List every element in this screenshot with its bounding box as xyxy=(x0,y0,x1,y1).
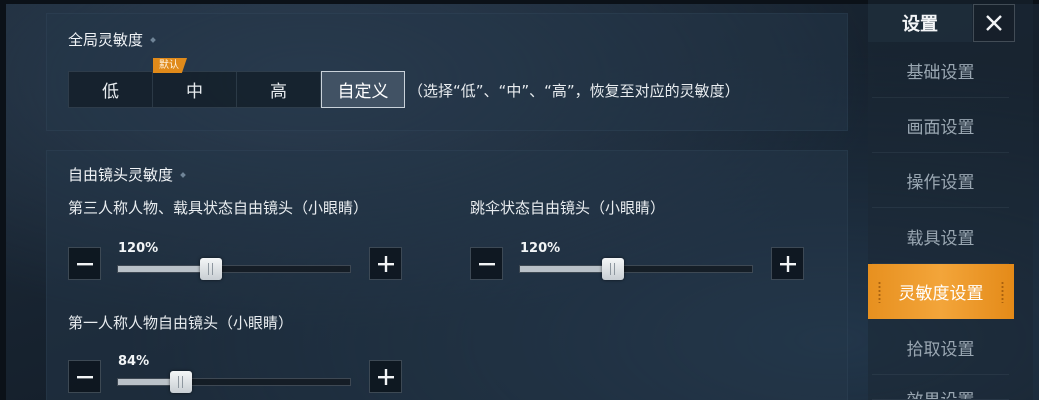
plus-icon xyxy=(377,255,394,272)
sidebar-item-sensitivity-label: 灵敏度设置 xyxy=(898,284,984,304)
sidebar-item-sensitivity[interactable]: 灵敏度设置 xyxy=(868,264,1014,319)
sidebar-header: 设置 xyxy=(868,4,1015,42)
settings-sidebar: 设置 基础设置 画面设置 操作设置 载具设置 灵敏度设置 拾取设置 效果设置 xyxy=(868,0,1033,400)
preset-medium-label: 中 xyxy=(186,82,203,102)
third-person-label: 第三人称人物、载具状态自由镜头（小眼睛） xyxy=(68,199,369,217)
settings-title: 设置 xyxy=(868,4,972,42)
first-person-slider-track[interactable] xyxy=(117,371,351,393)
preset-custom-button[interactable]: 自定义 xyxy=(321,71,405,108)
third-person-slider-track[interactable] xyxy=(117,258,351,280)
default-badge: 默认 xyxy=(153,58,187,73)
plus-icon xyxy=(377,368,394,385)
sidebar-item-graphics[interactable]: 画面设置 xyxy=(872,98,1009,153)
parachute-decrease-button[interactable] xyxy=(470,247,503,280)
free-camera-title: 自由镜头灵敏度 xyxy=(68,166,174,184)
close-button[interactable] xyxy=(973,4,1015,42)
global-sensitivity-title: 全局灵敏度 xyxy=(68,31,144,49)
sidebar-item-controls[interactable]: 操作设置 xyxy=(872,153,1009,208)
parachute-increase-button[interactable] xyxy=(771,247,804,280)
sidebar-item-pickup[interactable]: 拾取设置 xyxy=(872,320,1009,375)
parachute-label: 跳伞状态自由镜头（小眼睛） xyxy=(470,199,666,217)
grip-icon xyxy=(878,281,881,303)
global-sensitivity-heading: 全局灵敏度 xyxy=(68,29,156,50)
sensitivity-preset-selector: 低 默认 中 高 自定义 xyxy=(68,58,405,108)
plus-icon xyxy=(779,255,796,272)
parachute-value: 120% xyxy=(520,241,561,256)
grip-icon xyxy=(1001,281,1004,303)
first-person-value: 84% xyxy=(118,354,150,369)
sidebar-item-basic[interactable]: 基础设置 xyxy=(872,43,1009,98)
first-person-slider-row: 84% xyxy=(68,354,403,394)
screen-edge xyxy=(0,0,6,400)
third-person-slider-row: 120% xyxy=(68,241,403,281)
minus-icon xyxy=(76,262,93,265)
free-camera-heading: 自由镜头灵敏度 xyxy=(68,164,186,185)
third-person-value: 120% xyxy=(118,241,159,256)
close-icon xyxy=(986,15,1002,31)
third-person-increase-button[interactable] xyxy=(369,247,402,280)
parachute-slider-track[interactable] xyxy=(519,258,753,280)
parachute-slider-row: 120% xyxy=(470,241,805,281)
first-person-slider-handle[interactable] xyxy=(169,371,192,393)
parachute-slider-fill xyxy=(520,266,613,272)
preset-high-button[interactable]: 高 xyxy=(237,72,321,107)
first-person-decrease-button[interactable] xyxy=(68,360,101,393)
preset-medium-button[interactable]: 默认 中 xyxy=(153,58,237,107)
third-person-slider-handle[interactable] xyxy=(199,258,222,280)
global-sensitivity-panel: 全局灵敏度 低 默认 中 高 自定义 （选择“低”、“中”、“高”，恢复至对应的… xyxy=(46,13,848,131)
parachute-slider-handle[interactable] xyxy=(601,258,624,280)
sidebar-item-effects[interactable]: 效果设置 xyxy=(872,376,1009,400)
third-person-decrease-button[interactable] xyxy=(68,247,101,280)
minus-icon xyxy=(478,262,495,265)
diamond-icon xyxy=(180,171,186,178)
diamond-icon xyxy=(150,36,156,43)
first-person-increase-button[interactable] xyxy=(369,360,402,393)
sidebar-item-vehicle[interactable]: 载具设置 xyxy=(872,209,1009,264)
minus-icon xyxy=(76,375,93,378)
third-person-slider-fill xyxy=(118,266,211,272)
preset-hint: （选择“低”、“中”、“高”，恢复至对应的灵敏度） xyxy=(408,82,740,100)
preset-low-button[interactable]: 低 xyxy=(69,72,153,107)
first-person-label: 第一人称人物自由镜头（小眼睛） xyxy=(68,314,294,332)
free-camera-sensitivity-panel: 自由镜头灵敏度 第三人称人物、载具状态自由镜头（小眼睛） 跳伞状态自由镜头（小眼… xyxy=(46,150,848,400)
